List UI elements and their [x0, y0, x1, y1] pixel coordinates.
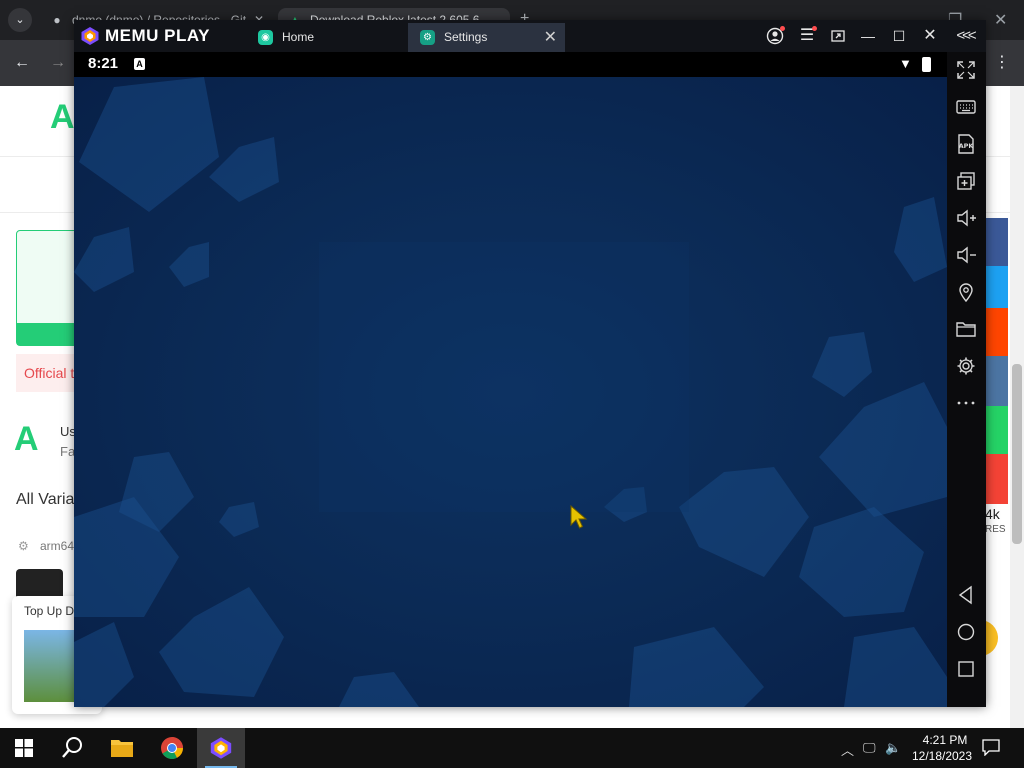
android-status-bar: 8:21 A ▼: [74, 52, 947, 77]
chrome-icon: [161, 737, 183, 759]
a-notification-icon: A: [134, 58, 145, 70]
pentagon-pattern: [74, 77, 947, 707]
apk-install-icon[interactable]: APK: [955, 133, 977, 155]
search-button[interactable]: [48, 728, 96, 768]
wifi-icon: ▼: [899, 56, 912, 71]
memu-tab-settings[interactable]: ⚙ Settings ✕: [408, 23, 565, 52]
maximize-icon[interactable]: ☐: [887, 24, 911, 48]
memu-tab-home[interactable]: ◉ Home: [246, 23, 406, 52]
scrollbar-thumb[interactable]: [1012, 364, 1022, 544]
close-icon[interactable]: ✕: [918, 24, 942, 48]
fullscreen-icon[interactable]: [955, 59, 977, 81]
notification-center-icon[interactable]: [982, 738, 1000, 761]
android-screen[interactable]: 8:21 A ▼: [74, 52, 947, 707]
memu-logo-icon: [81, 27, 99, 45]
memu-icon: [210, 737, 232, 759]
start-button[interactable]: [0, 728, 48, 768]
account-icon[interactable]: [763, 24, 787, 48]
official-tip: Official t: [16, 354, 76, 392]
android-home-icon[interactable]: [955, 621, 977, 643]
memu-titlebar[interactable]: MEMU PLAY ◉ Home ⚙ Settings ✕ ☰ — ☐ ✕ <<…: [74, 20, 986, 52]
notification-dot: [812, 26, 817, 31]
close-tab-icon[interactable]: ✕: [544, 23, 557, 52]
clock-time[interactable]: 4:21 PM: [912, 733, 978, 747]
chrome-menu-icon[interactable]: ⋮: [990, 52, 1014, 76]
folder-icon: [111, 740, 133, 757]
memu-logo: MEMU PLAY: [80, 26, 210, 46]
apkpure-app-icon: A: [14, 420, 39, 458]
chip-icon: ⚙: [18, 539, 29, 553]
network-icon[interactable]: 🖵: [863, 740, 876, 756]
shares-label: RES: [985, 524, 1006, 535]
volume-down-icon[interactable]: [955, 244, 977, 266]
tab-search-button[interactable]: ⌄: [8, 8, 32, 32]
memu-brand: MEMU PLAY: [105, 26, 210, 45]
scrollbar[interactable]: [1010, 86, 1024, 728]
close-window-icon[interactable]: ✕: [994, 10, 1007, 30]
topup-label: Top Up D: [24, 604, 75, 618]
topup-image: [24, 630, 74, 702]
multi-window-icon[interactable]: [826, 24, 850, 48]
android-wallpaper[interactable]: [74, 77, 947, 707]
multi-instance-icon[interactable]: [955, 170, 977, 192]
back-icon[interactable]: ←: [10, 52, 34, 76]
svg-text:APK: APK: [959, 142, 975, 150]
apkpure-logo[interactable]: A: [50, 98, 75, 137]
arch-label: arm64: [40, 539, 75, 553]
shares-count: 4k: [985, 506, 1000, 522]
file-explorer-button[interactable]: [98, 728, 146, 768]
battery-icon: [922, 57, 931, 72]
search-icon: [62, 737, 82, 758]
facebook-share-icon[interactable]: [986, 218, 1008, 266]
tab-label: Settings: [444, 30, 488, 44]
social-share-bar: [986, 218, 1008, 504]
android-back-icon[interactable]: [955, 584, 977, 606]
volume-up-icon[interactable]: [955, 207, 977, 229]
minimize-icon[interactable]: —: [856, 24, 880, 48]
whatsapp-share-icon[interactable]: [986, 406, 1008, 454]
volume-muted-icon[interactable]: 🔈: [885, 740, 901, 756]
github-icon: ●: [53, 13, 61, 27]
tab-label: Home: [282, 30, 315, 44]
center-glow: [319, 242, 689, 512]
android-recents-icon[interactable]: [955, 658, 977, 680]
windows-logo-icon: [15, 739, 33, 757]
location-icon[interactable]: [955, 281, 977, 303]
keyboard-icon[interactable]: [955, 96, 977, 118]
section-title: All Varia: [16, 491, 75, 508]
mouse-cursor-icon: [570, 504, 588, 536]
more-share-icon[interactable]: [986, 454, 1008, 504]
folder-icon[interactable]: [955, 318, 977, 340]
windows-taskbar: ︿ 🖵 🔈 4:21 PM 12/18/2023: [0, 728, 1024, 768]
notification-dot: [780, 26, 785, 31]
download-button[interactable]: [17, 323, 77, 345]
reddit-share-icon[interactable]: [986, 308, 1008, 356]
chrome-taskbar-button[interactable]: [148, 728, 196, 768]
status-time: 8:21: [88, 55, 119, 72]
memu-taskbar-button[interactable]: [197, 728, 245, 768]
collapse-sidebar-icon[interactable]: <<<: [953, 24, 977, 48]
forward-icon[interactable]: →: [46, 52, 70, 76]
clock-date[interactable]: 12/18/2023: [906, 749, 978, 763]
twitter-share-icon[interactable]: [986, 266, 1008, 308]
download-card[interactable]: [16, 230, 78, 346]
memu-window: MEMU PLAY ◉ Home ⚙ Settings ✕ ☰ — ☐ ✕ <<…: [74, 20, 986, 707]
gear-icon[interactable]: [955, 355, 977, 377]
more-options-icon[interactable]: [955, 392, 977, 414]
chevron-up-icon[interactable]: ︿: [841, 740, 854, 759]
vk-share-icon[interactable]: [986, 356, 1008, 406]
memu-right-toolbar: APK: [947, 52, 986, 707]
user-text-sub: Fa: [60, 444, 76, 459]
menu-icon[interactable]: ☰: [795, 24, 819, 48]
home-tab-icon: ◉: [258, 30, 273, 45]
settings-tab-icon: ⚙: [420, 30, 435, 45]
